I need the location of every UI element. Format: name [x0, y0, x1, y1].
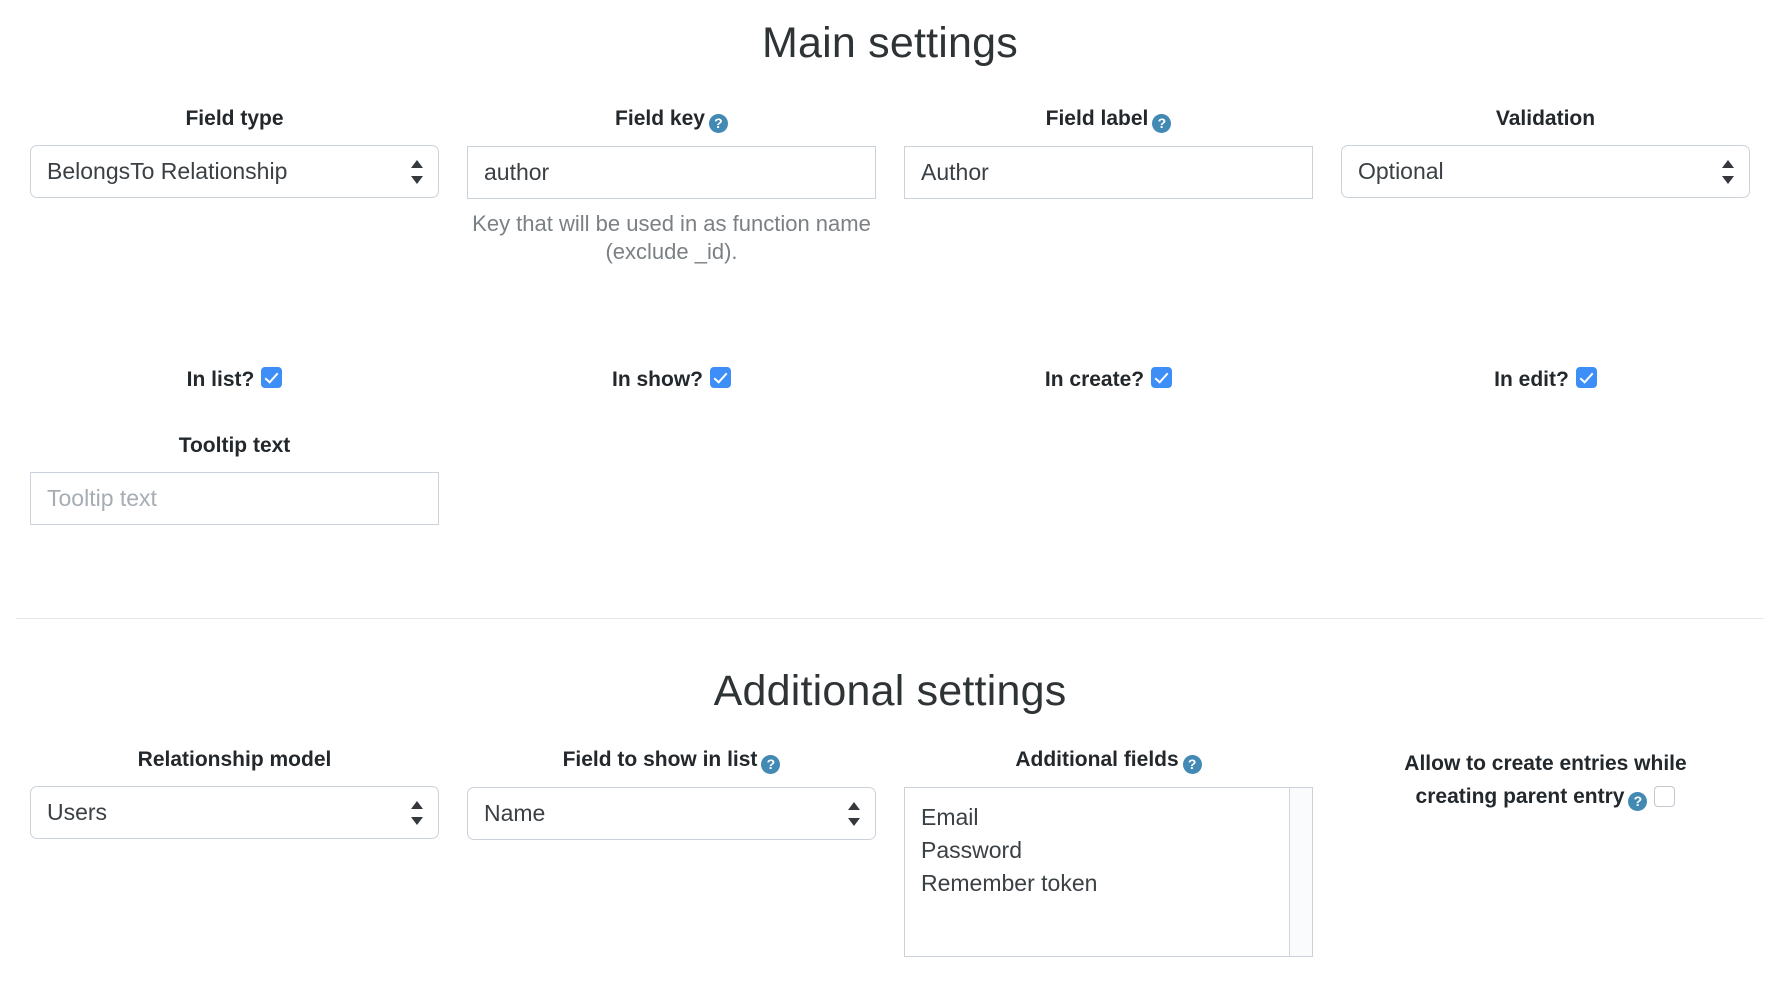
field-to-show-label-text: Field to show in list [562, 748, 758, 771]
relationship-model-group: Relationship model Users [16, 747, 453, 957]
validation-selected-value: Optional [1358, 158, 1444, 184]
field-key-group: Field key? Key that will be used in as f… [453, 106, 890, 266]
field-key-label-text: Field key [615, 107, 705, 130]
validation-select[interactable]: Optional [1341, 145, 1750, 198]
field-label-group: Field label? [890, 106, 1327, 266]
in-edit-label: In edit? [1494, 367, 1569, 391]
in-show-checkbox[interactable] [710, 367, 731, 388]
in-create-checkbox[interactable] [1151, 367, 1173, 388]
relationship-model-selected-value: Users [47, 799, 108, 825]
relationship-model-select[interactable]: Users [30, 786, 439, 839]
help-circle-icon[interactable]: ? [1628, 792, 1648, 811]
field-type-group: Field type BelongsTo Relationship [16, 106, 453, 266]
field-to-show-select-wrap: Name [467, 787, 876, 840]
field-key-label: Field key? [467, 106, 876, 133]
additional-fields-option-list: Email Password Remember token [905, 788, 1312, 900]
field-to-show-selected-value: Name [484, 800, 546, 826]
validation-select-wrap: Optional [1341, 145, 1750, 198]
in-create-label: In create? [1044, 367, 1145, 391]
allow-create-label-line2: creating parent entry [1415, 785, 1625, 808]
field-label-input[interactable] [904, 146, 1313, 199]
additional-settings-field-row: Relationship model Users Field to show i… [0, 747, 1780, 957]
in-edit-checkbox-group: In edit? [1327, 367, 1764, 392]
tooltip-row-spacer-2 [890, 433, 1327, 525]
list-item[interactable]: Remember token [905, 867, 1312, 900]
relationship-model-label: Relationship model [30, 747, 439, 773]
help-circle-icon[interactable]: ? [708, 114, 728, 133]
tooltip-text-group: Tooltip text [16, 433, 453, 525]
main-settings-heading: Main settings [762, 19, 1018, 67]
field-label-label: Field label? [904, 106, 1313, 133]
allow-create-checkbox[interactable] [1654, 786, 1676, 807]
field-to-show-group: Field to show in list? Name [453, 747, 890, 957]
additional-fields-label-text: Additional fields [1015, 748, 1179, 771]
in-show-label: In show? [612, 367, 703, 391]
in-edit-checkbox[interactable] [1575, 367, 1597, 388]
listbox-scrollbar[interactable] [1289, 788, 1312, 956]
field-type-selected-value: BelongsTo Relationship [47, 158, 288, 184]
allow-create-group: Allow to create entries while creating p… [1327, 747, 1764, 957]
field-type-label: Field type [30, 106, 439, 132]
allow-create-label-line1: Allow to create entries while [1404, 752, 1687, 775]
tooltip-text-input[interactable] [30, 472, 439, 525]
field-type-label-text: Field type [185, 107, 284, 130]
field-to-show-select[interactable]: Name [467, 787, 876, 840]
in-show-checkbox-group: In show? [453, 367, 890, 392]
tooltip-text-label-text: Tooltip text [178, 434, 291, 457]
tooltip-row-spacer-1 [453, 433, 890, 525]
help-circle-icon[interactable]: ? [761, 755, 781, 774]
in-create-checkbox-group: In create? [890, 367, 1327, 392]
tooltip-row-spacer-3 [1327, 433, 1764, 525]
field-key-help-text: Key that will be used in as function nam… [472, 211, 871, 264]
additional-fields-label: Additional fields? [904, 747, 1313, 774]
field-label-label-text: Field label [1045, 107, 1149, 130]
relationship-model-label-text: Relationship model [137, 748, 332, 771]
section-divider [16, 618, 1764, 619]
validation-group: Validation Optional [1327, 106, 1764, 266]
field-type-select[interactable]: BelongsTo Relationship [30, 145, 439, 198]
tooltip-text-row: Tooltip text [0, 433, 1780, 525]
list-item[interactable]: Password [905, 834, 1312, 867]
additional-settings-heading: Additional settings [713, 667, 1067, 715]
field-to-show-label: Field to show in list? [467, 747, 876, 774]
validation-label: Validation [1341, 106, 1750, 132]
visibility-checkbox-row: In list? In show? In create? In edit? [0, 367, 1780, 392]
tooltip-text-label: Tooltip text [30, 433, 439, 459]
in-list-checkbox[interactable] [261, 367, 283, 388]
relationship-model-select-wrap: Users [30, 786, 439, 839]
additional-fields-group: Additional fields? Email Password Rememb… [890, 747, 1327, 957]
in-list-checkbox-group: In list? [16, 367, 453, 392]
help-circle-icon[interactable]: ? [1152, 114, 1172, 133]
validation-label-text: Validation [1495, 107, 1596, 130]
section-divider-wrapper [0, 618, 1780, 619]
field-type-select-wrap: BelongsTo Relationship [30, 145, 439, 198]
help-circle-icon[interactable]: ? [1182, 755, 1202, 774]
allow-create-label: Allow to create entries while creating p… [1341, 747, 1750, 813]
field-key-input[interactable] [467, 146, 876, 199]
additional-fields-listbox[interactable]: Email Password Remember token [904, 787, 1313, 957]
in-list-label: In list? [186, 367, 255, 391]
list-item[interactable]: Email [905, 801, 1312, 834]
main-settings-field-row: Field type BelongsTo Relationship Field … [0, 106, 1780, 266]
